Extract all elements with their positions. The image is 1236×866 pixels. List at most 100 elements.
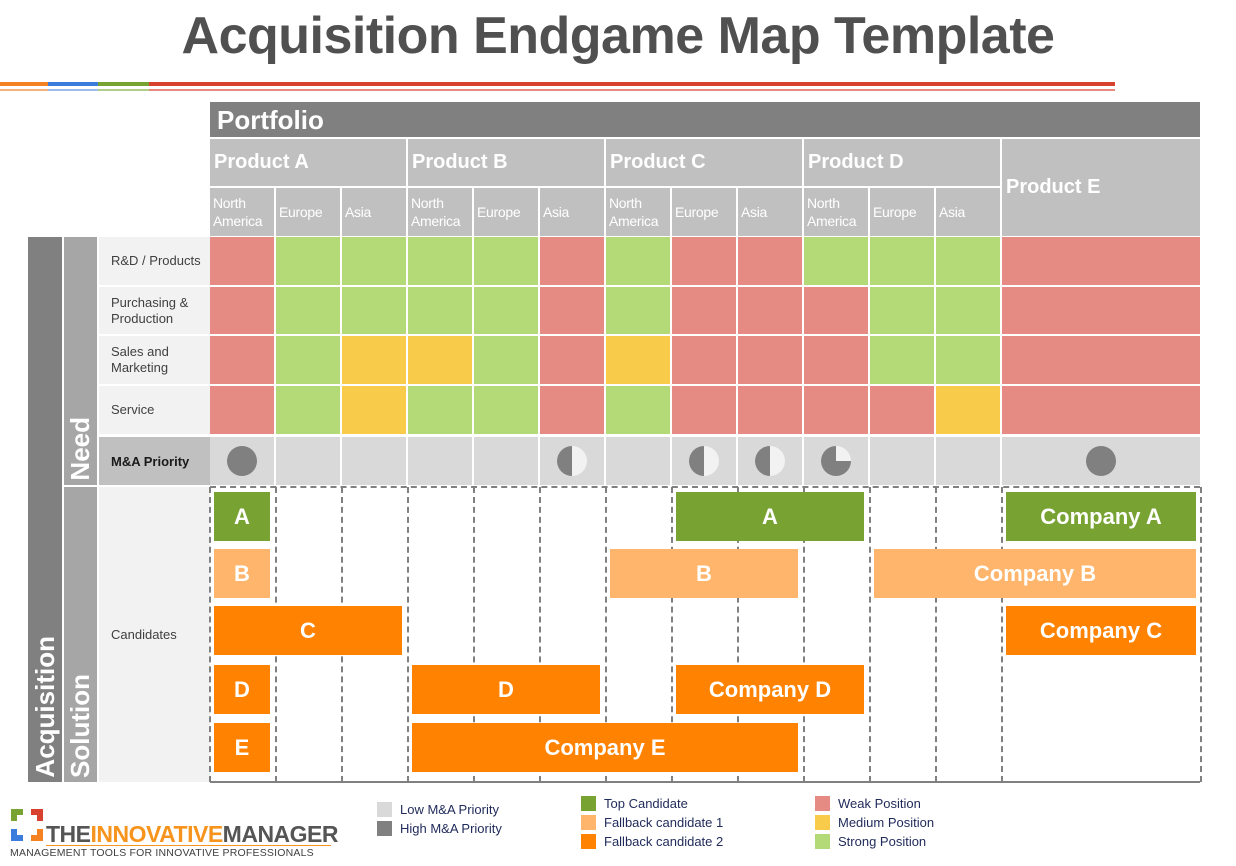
candidate-bar-fallback2[interactable]: Company C (1006, 606, 1196, 655)
title-rule-red (149, 82, 1115, 86)
candidate-bar-fallback2[interactable]: D (214, 665, 270, 714)
position-cell-weak (1002, 336, 1200, 384)
need-row-label: R&D / Products (99, 237, 210, 285)
legend-label: High M&A Priority (400, 821, 502, 836)
ma-priority-cell (738, 437, 802, 485)
title-subrule-blue (48, 89, 98, 91)
full-circle-icon (227, 446, 257, 476)
logo-word-the: THE (46, 821, 91, 847)
legend-label: Strong Position (838, 834, 927, 849)
candidates-label: Candidates (99, 487, 210, 782)
position-cell-weak (672, 386, 736, 434)
position-cell-weak (1002, 287, 1200, 334)
legend-item: Top Candidate (581, 796, 688, 811)
region-header: North America (804, 188, 868, 236)
position-cell-weak (804, 336, 868, 384)
candidate-bar-fallback2[interactable]: C (214, 606, 402, 655)
position-cell-weak (738, 336, 802, 384)
legend-label: Fallback candidate 1 (604, 815, 724, 830)
region-header: Europe (672, 188, 736, 236)
region-header: Europe (870, 188, 934, 236)
ma-priority-cell (540, 437, 604, 485)
product-header: Product B (408, 139, 604, 186)
legend-swatch (581, 815, 596, 830)
legend-swatch (581, 834, 596, 849)
ma-priority-cell (804, 437, 868, 485)
product-header: Product D (804, 139, 1000, 186)
legend-swatch (581, 796, 596, 811)
logo-tagline: MANAGEMENT TOOLS FOR INNOVATIVE PROFESSI… (10, 847, 314, 859)
candidate-label: Company C (1039, 617, 1163, 643)
need-label: Need (65, 417, 95, 481)
candidate-bar-fallback2[interactable]: Company E (412, 723, 798, 772)
candidate-bar-top[interactable]: A (676, 492, 864, 541)
half-circle-icon (689, 446, 719, 476)
legend-swatch (815, 834, 830, 849)
ma-priority-cell (672, 437, 736, 485)
legend-label: Top Candidate (604, 796, 688, 811)
logo-word-innovative: INNOVATIVE (90, 821, 224, 847)
position-cell-medium (606, 336, 670, 384)
position-cell-strong (408, 287, 472, 334)
ma-priority-cell (606, 437, 670, 485)
ma-priority-cell (210, 437, 274, 485)
position-cell-weak (540, 336, 604, 384)
legend-label: Weak Position (838, 796, 921, 811)
candidate-bar-fallback1[interactable]: B (214, 549, 270, 598)
candidate-bar-top[interactable]: Company A (1006, 492, 1196, 541)
acquisition-side-label: Acquisition (28, 237, 62, 782)
position-cell-strong (474, 386, 538, 434)
position-cell-weak (210, 336, 274, 384)
three-quarter-circle-icon (821, 446, 851, 476)
candidate-label: D (234, 676, 250, 702)
candidate-bar-top[interactable]: A (214, 492, 270, 541)
candidate-label: A (234, 503, 250, 529)
candidate-bar-fallback1[interactable]: Company B (874, 549, 1196, 598)
legend-swatch (377, 821, 392, 836)
position-cell-weak (672, 287, 736, 334)
half-circle-icon (755, 446, 785, 476)
position-cell-strong (936, 336, 1000, 384)
need-row-label-text: R&D / Products (111, 253, 201, 268)
grid-dashed-line (1001, 487, 1003, 782)
grid-dashed-line (1200, 487, 1202, 782)
ma-priority-cell (1002, 437, 1200, 485)
candidate-bar-fallback1[interactable]: B (610, 549, 798, 598)
half-circle-icon (557, 446, 587, 476)
position-cell-strong (342, 287, 406, 334)
logo-mark-icon (11, 809, 43, 841)
position-cell-strong (276, 287, 340, 334)
position-cell-strong (606, 237, 670, 285)
candidate-bar-fallback2[interactable]: D (412, 665, 600, 714)
logo-underline (46, 845, 331, 846)
candidate-label: A (762, 503, 778, 529)
region-header: Europe (276, 188, 340, 236)
candidate-bar-fallback2[interactable]: Company D (676, 665, 864, 714)
position-cell-strong (870, 336, 934, 384)
legend-item: Strong Position (815, 834, 926, 849)
legend-item: Fallback candidate 1 (581, 815, 723, 830)
full-circle-icon (1086, 446, 1116, 476)
page-title: Acquisition Endgame Map Template (181, 7, 1055, 65)
need-row-label: Sales and Marketing (99, 336, 210, 384)
grid-dashed-line (869, 487, 871, 782)
position-cell-weak (540, 386, 604, 434)
title-rule-green (98, 82, 149, 86)
candidate-label: E (234, 734, 250, 760)
grid-dashed-line (935, 487, 937, 782)
solution-side-label: Solution (64, 487, 97, 782)
legend-swatch (377, 802, 392, 817)
legend-item: Weak Position (815, 796, 921, 811)
candidate-bar-fallback2[interactable]: E (214, 723, 270, 772)
position-cell-weak (870, 386, 934, 434)
legend-label: Medium Position (838, 815, 935, 830)
title-rule-orange (0, 82, 48, 86)
logo-wordmark: THEINNOVATIVEMANAGER (46, 821, 339, 848)
position-cell-strong (606, 287, 670, 334)
position-cell-medium (342, 386, 406, 434)
ma-priority-label: M&A Priority (99, 437, 210, 485)
region-header: Europe (474, 188, 538, 236)
position-cell-strong (804, 237, 868, 285)
candidate-label: Company B (973, 560, 1097, 586)
position-cell-strong (276, 237, 340, 285)
